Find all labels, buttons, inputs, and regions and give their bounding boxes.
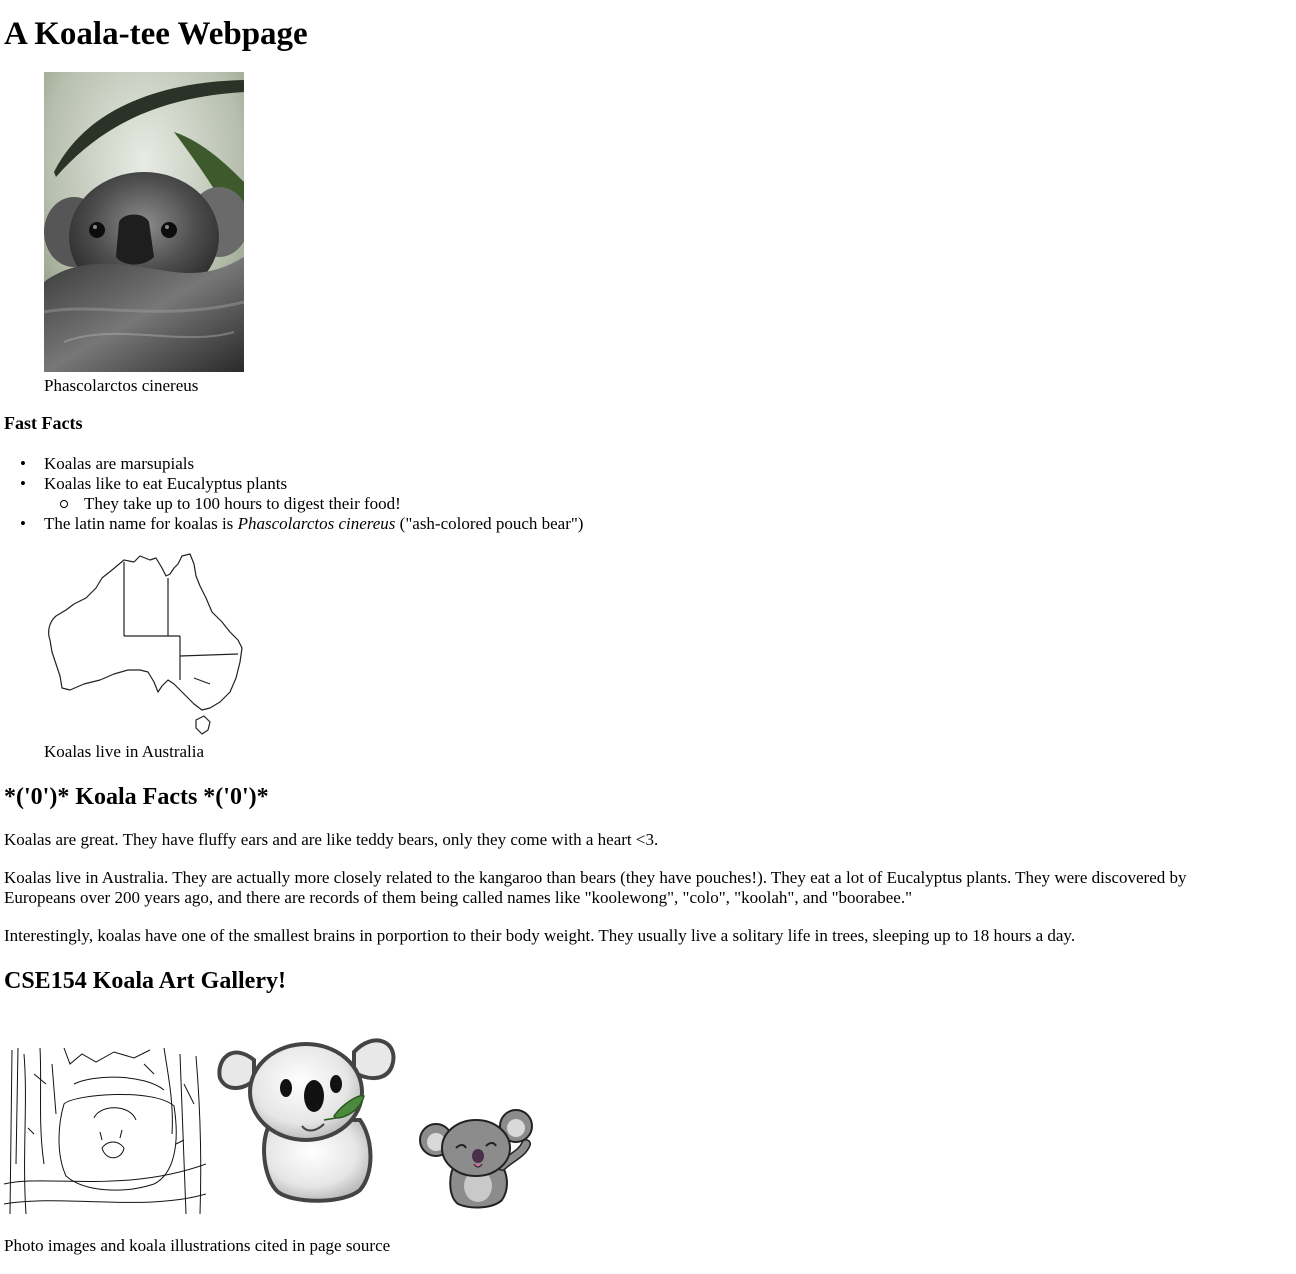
- paragraph: Europeans over 200 years ago, and there …: [4, 888, 913, 907]
- list-item: The latin name for koalas is Phascolarct…: [20, 514, 1220, 534]
- koala-cartoon-image: [214, 1030, 398, 1206]
- page-title: A Koala-tee Webpage: [4, 16, 308, 52]
- koala-photo: [44, 72, 244, 372]
- gallery-heading: CSE154 Koala Art Gallery!: [4, 968, 286, 994]
- fast-facts-heading: Fast Facts: [4, 413, 83, 433]
- fact-text: Koalas like to eat Eucalyptus plants: [44, 474, 288, 493]
- fact-text: They take up to 100 hours to digest thei…: [84, 494, 401, 513]
- sub-list-item: They take up to 100 hours to digest thei…: [20, 494, 1220, 514]
- australia-map: [44, 552, 244, 740]
- koala-sketch-image: [3, 1044, 207, 1215]
- fact-text: Koalas are marsupials: [44, 454, 195, 473]
- map-caption: Koalas live in Australia: [44, 742, 205, 761]
- paragraph: Koalas are great. They have fluffy ears …: [4, 830, 659, 849]
- paragraph: Interestingly, koalas have one of the sm…: [4, 926, 1076, 945]
- latin-name: Phascolarctos cinereus: [237, 514, 396, 533]
- paragraph: Koalas live in Australia. They are actua…: [4, 868, 1187, 887]
- photo-caption: Phascolarctos cinereus: [44, 376, 199, 395]
- fact-text: The latin name for koalas is: [44, 514, 238, 533]
- fact-text: ("ash-colored pouch bear"): [395, 514, 584, 533]
- gallery-footer: Photo images and koala illustrations cit…: [4, 1236, 391, 1255]
- list-item: Koalas are marsupials: [20, 454, 1220, 474]
- list-item: Koalas like to eat Eucalyptus plants: [20, 474, 1220, 494]
- koala-facts-heading: *('0')* Koala Facts *('0')*: [4, 784, 269, 810]
- koala-waving-image: [418, 1104, 538, 1210]
- fast-facts-list: Koalas are marsupials Koalas like to eat…: [20, 454, 1220, 534]
